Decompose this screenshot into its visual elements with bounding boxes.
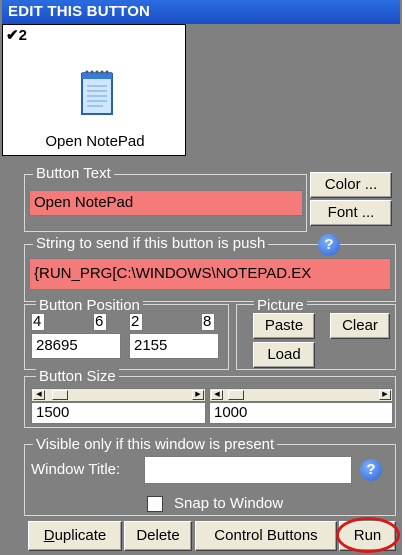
scroll-right-icon[interactable]: ▶ bbox=[379, 390, 391, 400]
control-buttons-button[interactable]: Control Buttons bbox=[195, 521, 337, 551]
position-x-min[interactable]: 4 bbox=[31, 313, 45, 331]
button-position-legend: Button Position bbox=[36, 298, 143, 314]
visibility-legend: Visible only if this window is present bbox=[33, 437, 278, 453]
window-title-label: Window Title: bbox=[31, 461, 121, 478]
position-x-input[interactable]: 28695 bbox=[31, 333, 121, 359]
width-input[interactable]: 1500 bbox=[31, 402, 206, 424]
panel-title: EDIT THIS BUTTON bbox=[2, 0, 400, 24]
help-icon[interactable]: ? bbox=[360, 459, 382, 481]
snap-to-window-label: Snap to Window bbox=[174, 495, 284, 512]
position-y-max[interactable]: 8 bbox=[201, 313, 215, 331]
edit-button-panel: EDIT THIS BUTTON ✔2 Open NotePad Button … bbox=[0, 0, 402, 555]
position-x-max[interactable]: 6 bbox=[93, 313, 107, 331]
button-text-input[interactable]: Open NotePad bbox=[29, 190, 303, 216]
preview-check-number: ✔2 bbox=[6, 27, 27, 44]
notepad-icon bbox=[81, 70, 113, 115]
color-button[interactable]: Color ... bbox=[310, 172, 392, 198]
duplicate-button-label: Duplicate bbox=[43, 527, 107, 544]
font-button[interactable]: Font ... bbox=[310, 200, 392, 226]
paste-button[interactable]: Paste bbox=[253, 313, 315, 339]
snap-to-window-checkbox[interactable] bbox=[147, 496, 163, 512]
button-size-legend: Button Size bbox=[36, 369, 119, 385]
help-icon[interactable]: ? bbox=[318, 234, 340, 256]
scroll-left-icon[interactable]: ◀ bbox=[211, 390, 223, 400]
picture-legend: Picture bbox=[254, 298, 307, 314]
run-button[interactable]: Run bbox=[339, 521, 396, 551]
send-string-input[interactable]: {RUN_PRG[C:\WINDOWS\NOTEPAD.EX bbox=[29, 258, 391, 290]
height-input[interactable]: 1000 bbox=[209, 402, 393, 424]
duplicate-button[interactable]: Duplicate bbox=[28, 521, 122, 551]
button-text-legend: Button Text bbox=[33, 166, 114, 182]
delete-button[interactable]: Delete bbox=[124, 521, 192, 551]
scroll-right-icon[interactable]: ▶ bbox=[192, 390, 204, 400]
position-y-min[interactable]: 2 bbox=[129, 313, 143, 331]
height-scrollbar[interactable]: ◀ ▶ bbox=[209, 388, 393, 402]
load-button[interactable]: Load bbox=[253, 342, 315, 368]
button-preview[interactable]: ✔2 Open NotePad bbox=[2, 24, 186, 156]
height-scroll-thumb[interactable] bbox=[228, 390, 244, 400]
window-title-input[interactable] bbox=[144, 456, 352, 484]
width-scrollbar[interactable]: ◀ ▶ bbox=[31, 388, 206, 402]
preview-label: Open NotePad bbox=[45, 133, 145, 150]
send-string-legend: String to send if this button is push bbox=[33, 236, 269, 252]
scroll-left-icon[interactable]: ◀ bbox=[33, 390, 45, 400]
width-scroll-thumb[interactable] bbox=[52, 390, 68, 400]
position-y-input[interactable]: 2155 bbox=[129, 333, 219, 359]
clear-button[interactable]: Clear bbox=[330, 313, 390, 339]
